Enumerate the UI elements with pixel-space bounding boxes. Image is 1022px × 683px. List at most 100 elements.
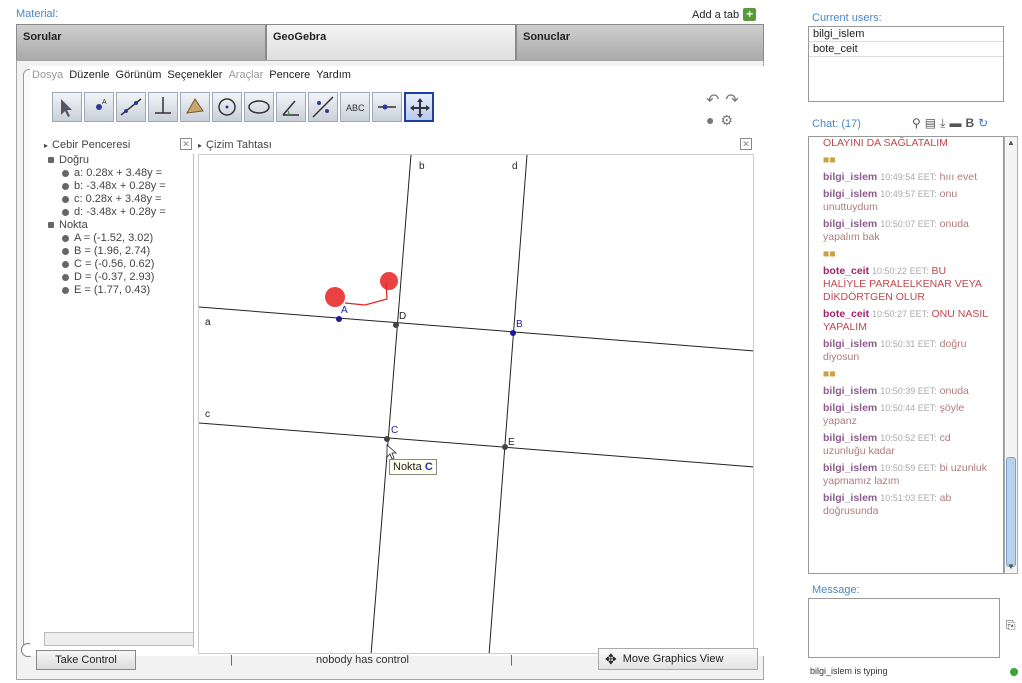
chat-author[interactable]: bote_ceit: [823, 308, 869, 320]
close-icon[interactable]: ✕: [740, 138, 752, 150]
algebra-item[interactable]: a: 0.28x + 3.48y =: [44, 167, 193, 180]
line-d[interactable]: [488, 155, 528, 654]
menu-gorunum[interactable]: Görünüm: [116, 69, 162, 81]
chat-messages: OLAYINI DA SAĞLATALIM ■■ bilgi_islem 10:49…: [823, 137, 991, 522]
undo-icon[interactable]: ↶: [706, 90, 719, 110]
slider-tool-icon[interactable]: [372, 92, 402, 122]
chat-author[interactable]: bilgi_islem: [823, 432, 877, 444]
chat-author[interactable]: bilgi_islem: [823, 462, 877, 474]
algebra-item[interactable]: E = (1.77, 0.43): [44, 284, 193, 297]
minimize-icon[interactable]: ▬: [949, 116, 961, 131]
visibility-dot-icon[interactable]: [62, 234, 69, 242]
visibility-dot-icon[interactable]: [62, 247, 69, 255]
algebra-item[interactable]: b: -3.48x + 0.28y =: [44, 180, 193, 193]
visibility-dot-icon[interactable]: [62, 260, 69, 268]
point-tool-icon[interactable]: A: [84, 92, 114, 122]
download-icon[interactable]: ⤓: [940, 116, 945, 131]
tab-geogebra[interactable]: GeoGebra: [266, 24, 516, 60]
tab-sorular[interactable]: Sorular: [16, 24, 266, 60]
algebra-item[interactable]: C = (-0.56, 0.62): [44, 258, 193, 271]
line-a[interactable]: [199, 306, 754, 352]
ellipse-tool-icon[interactable]: [244, 92, 274, 122]
chat-separator-icon: ■■: [823, 248, 836, 260]
move-view-tool-icon[interactable]: [404, 92, 434, 122]
chat-author[interactable]: bilgi_islem: [823, 171, 877, 183]
close-icon[interactable]: ✕: [180, 138, 192, 150]
angle-tool-icon[interactable]: [276, 92, 306, 122]
material-tabs: Sorular GeoGebra Sonuclar: [16, 24, 764, 60]
algebra-category[interactable]: Doğru: [44, 154, 193, 167]
visibility-dot-icon[interactable]: [62, 169, 69, 177]
chat-scrollbar[interactable]: ▲ ▼: [1004, 136, 1018, 574]
visibility-dot-icon[interactable]: [62, 208, 69, 216]
chat-author[interactable]: bilgi_islem: [823, 188, 877, 200]
line-c[interactable]: [199, 422, 754, 468]
algebra-category[interactable]: Nokta: [44, 219, 193, 232]
help-icon[interactable]: ●: [706, 112, 714, 129]
menu-araclar[interactable]: Araçlar: [228, 69, 263, 81]
line-b[interactable]: [370, 155, 412, 654]
point-C[interactable]: [384, 436, 390, 442]
search-icon[interactable]: ⚲: [912, 116, 921, 131]
menu-yardim[interactable]: Yardım: [316, 69, 351, 81]
menu-dosya[interactable]: Dosya: [32, 69, 63, 81]
circle-tool-icon[interactable]: [212, 92, 242, 122]
text-tool-icon[interactable]: ABC: [340, 92, 370, 122]
point-D[interactable]: [393, 322, 399, 328]
chat-separator-icon: ■■: [823, 154, 836, 166]
user-item[interactable]: bilgi_islem: [809, 27, 1003, 42]
print-icon[interactable]: ▤: [925, 116, 936, 131]
move-tool-icon[interactable]: [52, 92, 82, 122]
perpendicular-tool-icon[interactable]: [148, 92, 178, 122]
send-icon[interactable]: ⎘: [1006, 618, 1016, 633]
graphics-view[interactable]: a b c d A B C D E Nokta C: [198, 154, 754, 654]
chat-timestamp: 10:50:44 EET:: [880, 403, 937, 413]
user-item[interactable]: bote_ceit: [809, 42, 1003, 57]
visibility-dot-icon[interactable]: [62, 195, 69, 203]
take-control-button[interactable]: Take Control: [36, 650, 136, 670]
chat-author[interactable]: bilgi_islem: [823, 385, 877, 397]
drawing-canvas[interactable]: a b c d A B C D E: [199, 155, 754, 654]
bold-icon[interactable]: B: [965, 116, 974, 131]
scroll-thumb[interactable]: [1006, 457, 1016, 567]
add-tab-button[interactable]: Add a tab +: [692, 8, 757, 21]
chat-author[interactable]: bote_ceit: [823, 265, 869, 277]
algebra-item[interactable]: c: 0.28x + 3.48y =: [44, 193, 193, 206]
app-root: Material: Add a tab + Sorular GeoGebra S…: [0, 0, 1022, 683]
visibility-dot-icon[interactable]: [62, 273, 69, 281]
tab-sonuclar[interactable]: Sonuclar: [516, 24, 764, 60]
algebra-horizontal-scrollbar[interactable]: [44, 632, 194, 646]
point-A[interactable]: [336, 316, 342, 322]
menu-secenekler[interactable]: Seçenekler: [167, 69, 222, 81]
category-label: Nokta: [59, 219, 88, 231]
algebra-item[interactable]: D = (-0.37, 2.93): [44, 271, 193, 284]
line-tool-icon[interactable]: [116, 92, 146, 122]
algebra-item[interactable]: d: -3.48x + 0.28y =: [44, 206, 193, 219]
point-B[interactable]: [510, 330, 516, 336]
scroll-up-icon[interactable]: ▲: [1005, 137, 1017, 149]
scroll-down-icon[interactable]: ▼: [1005, 561, 1017, 573]
category-label: Doğru: [59, 154, 89, 166]
menu-pencere[interactable]: Pencere: [269, 69, 310, 81]
reflect-tool-icon[interactable]: [308, 92, 338, 122]
visibility-dot-icon[interactable]: [62, 286, 69, 294]
algebra-item[interactable]: B = (1.96, 2.74): [44, 245, 193, 258]
menu-duzenle[interactable]: Düzenle: [69, 69, 109, 81]
visibility-dot-icon[interactable]: [62, 182, 69, 190]
chat-author[interactable]: bilgi_islem: [823, 218, 877, 230]
move-graphics-label: Move Graphics View: [622, 653, 724, 665]
chat-author[interactable]: bilgi_islem: [823, 338, 877, 350]
triangle-right-icon[interactable]: ▸: [44, 141, 48, 150]
chat-author[interactable]: bilgi_islem: [823, 402, 877, 414]
redo-icon[interactable]: ↷: [725, 90, 738, 110]
message-input[interactable]: [808, 598, 1000, 658]
settings-gear-icon[interactable]: ⚙: [720, 112, 733, 129]
algebra-item[interactable]: A = (-1.52, 3.02): [44, 232, 193, 245]
chat-message-text: OLAYINI DA SAĞLATALIM: [823, 137, 948, 149]
polygon-tool-icon[interactable]: [180, 92, 210, 122]
chat-author[interactable]: bilgi_islem: [823, 492, 877, 504]
refresh-icon[interactable]: ↻: [978, 116, 988, 131]
triangle-right-icon[interactable]: ▸: [198, 141, 202, 150]
chat-toolbar: ⚲ ▤ ⤓ ▬ B ↻: [912, 116, 988, 131]
move-graphics-view-button[interactable]: ✥ Move Graphics View: [598, 648, 758, 670]
